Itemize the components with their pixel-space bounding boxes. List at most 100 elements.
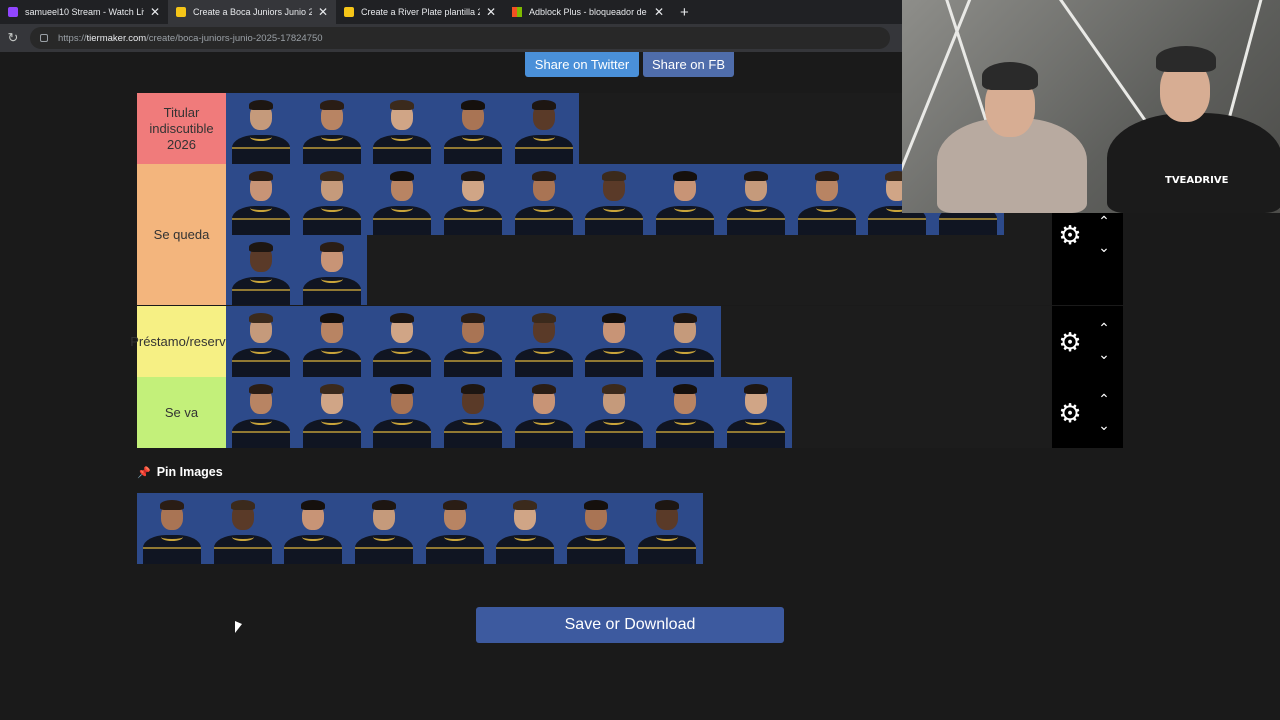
shirt-stripe — [514, 431, 573, 433]
player-image[interactable] — [579, 306, 651, 377]
player-image[interactable] — [508, 306, 580, 377]
browser-tab[interactable]: samueel10 Stream - Watch Live o ✕ — [0, 0, 168, 24]
player-image[interactable] — [278, 493, 350, 564]
tab-title: Adblock Plus - bloqueador de an — [529, 7, 648, 17]
shirt-stripe — [656, 360, 715, 362]
chevron-down-icon[interactable]: ⌄ — [1095, 240, 1113, 254]
chevron-up-icon[interactable]: ⌃ — [1095, 214, 1113, 228]
browser-address-bar: ↻ https://tiermaker.com/create/boca-juni… — [0, 24, 902, 52]
shirt-collar — [462, 204, 485, 212]
shirt-stripe — [355, 547, 414, 549]
shirt-collar — [585, 533, 608, 541]
player-image[interactable] — [226, 306, 297, 377]
player-image[interactable] — [438, 306, 509, 377]
chevron-down-icon[interactable]: ⌄ — [1095, 347, 1113, 361]
shirt-stripe — [302, 288, 361, 291]
shirt-stripe — [868, 218, 927, 220]
shirt-collar — [320, 417, 343, 425]
player-image[interactable] — [296, 93, 368, 164]
player-hair — [814, 171, 839, 181]
image-pool[interactable] — [137, 493, 703, 564]
player-image[interactable] — [490, 493, 562, 564]
tier-label[interactable]: Se queda — [137, 164, 226, 305]
shirt-collar — [462, 133, 485, 141]
player-hair — [319, 313, 344, 323]
player-image[interactable] — [579, 377, 651, 448]
new-tab-button[interactable]: + — [680, 4, 689, 21]
player-image[interactable] — [296, 164, 368, 235]
tier-items[interactable] — [226, 306, 1052, 377]
player-image[interactable] — [720, 164, 792, 235]
player-image[interactable] — [508, 164, 580, 235]
gear-icon[interactable]: ⚙ — [1057, 222, 1083, 248]
player-hair — [743, 384, 768, 394]
player-image[interactable] — [438, 377, 509, 448]
save-download-button[interactable]: Save or Download — [476, 607, 784, 643]
shirt-stripe — [143, 547, 201, 549]
player-image[interactable] — [367, 164, 439, 235]
tier-label[interactable]: Se va — [137, 377, 226, 448]
chevron-up-icon[interactable]: ⌃ — [1095, 321, 1113, 335]
browser-tab[interactable]: Adblock Plus - bloqueador de an ✕ — [504, 0, 672, 24]
lock-icon[interactable] — [40, 34, 48, 42]
chevron-down-icon[interactable]: ⌄ — [1095, 418, 1113, 432]
player-image[interactable] — [419, 493, 491, 564]
player-hair — [673, 171, 698, 181]
player-hair — [513, 500, 538, 510]
gear-icon[interactable]: ⚙ — [1057, 329, 1083, 355]
shirt-stripe — [444, 218, 503, 220]
pin-images-toggle[interactable]: 📌 Pin Images — [137, 465, 223, 479]
player-image[interactable] — [438, 164, 509, 235]
url-field[interactable]: https://tiermaker.com/create/boca-junior… — [30, 27, 890, 49]
player-image[interactable] — [226, 164, 297, 235]
gear-icon[interactable]: ⚙ — [1057, 400, 1083, 426]
share-facebook-button[interactable]: Share on FB — [643, 52, 734, 77]
browser-tab[interactable]: Create a River Plate plantilla 25/2 ✕ — [336, 0, 504, 24]
player-image[interactable] — [561, 493, 632, 564]
tier-controls: ⚙ ⌃ ⌄ — [1052, 377, 1123, 448]
tier-label[interactable]: Titular indiscutible 2026 — [137, 93, 226, 164]
shirt-stripe — [585, 360, 644, 362]
shirt-collar — [320, 275, 343, 283]
player-image[interactable] — [226, 234, 297, 306]
close-tab-icon[interactable]: ✕ — [654, 5, 664, 19]
shirt-stripe — [232, 431, 290, 433]
player-image[interactable] — [720, 377, 792, 448]
player-image[interactable] — [508, 93, 580, 164]
player-hair — [531, 313, 556, 323]
player-image[interactable] — [650, 306, 721, 377]
shirt-collar — [674, 417, 697, 425]
streamer-right — [1107, 113, 1280, 213]
reload-icon[interactable]: ↻ — [4, 30, 22, 46]
player-image[interactable] — [226, 377, 297, 448]
player-image[interactable] — [650, 164, 721, 235]
close-tab-icon[interactable]: ✕ — [486, 5, 496, 19]
player-image[interactable] — [438, 93, 509, 164]
browser-tab-active[interactable]: Create a Boca Juniors Junio 2025 ✕ — [168, 0, 336, 24]
player-image[interactable] — [207, 493, 279, 564]
player-image[interactable] — [137, 493, 208, 564]
player-image[interactable] — [367, 93, 439, 164]
player-image[interactable] — [296, 234, 368, 306]
twitch-favicon-icon — [8, 7, 18, 17]
share-twitter-button[interactable]: Share on Twitter — [525, 52, 639, 77]
tier-items[interactable] — [226, 377, 1052, 448]
player-image[interactable] — [226, 93, 297, 164]
shirt-collar — [161, 533, 183, 541]
close-tab-icon[interactable]: ✕ — [318, 5, 328, 19]
player-image[interactable] — [296, 377, 368, 448]
player-image[interactable] — [508, 377, 580, 448]
player-image[interactable] — [631, 493, 703, 564]
player-image[interactable] — [579, 164, 651, 235]
player-image[interactable] — [296, 306, 368, 377]
player-image[interactable] — [650, 377, 721, 448]
player-image[interactable] — [349, 493, 420, 564]
player-image[interactable] — [791, 164, 863, 235]
shirt-collar — [250, 417, 272, 425]
player-image[interactable] — [367, 306, 439, 377]
close-tab-icon[interactable]: ✕ — [150, 5, 160, 19]
player-hair — [249, 384, 273, 394]
player-image[interactable] — [367, 377, 439, 448]
tier-label[interactable]: Préstamo/reserva — [130, 306, 233, 377]
chevron-up-icon[interactable]: ⌃ — [1095, 392, 1113, 406]
